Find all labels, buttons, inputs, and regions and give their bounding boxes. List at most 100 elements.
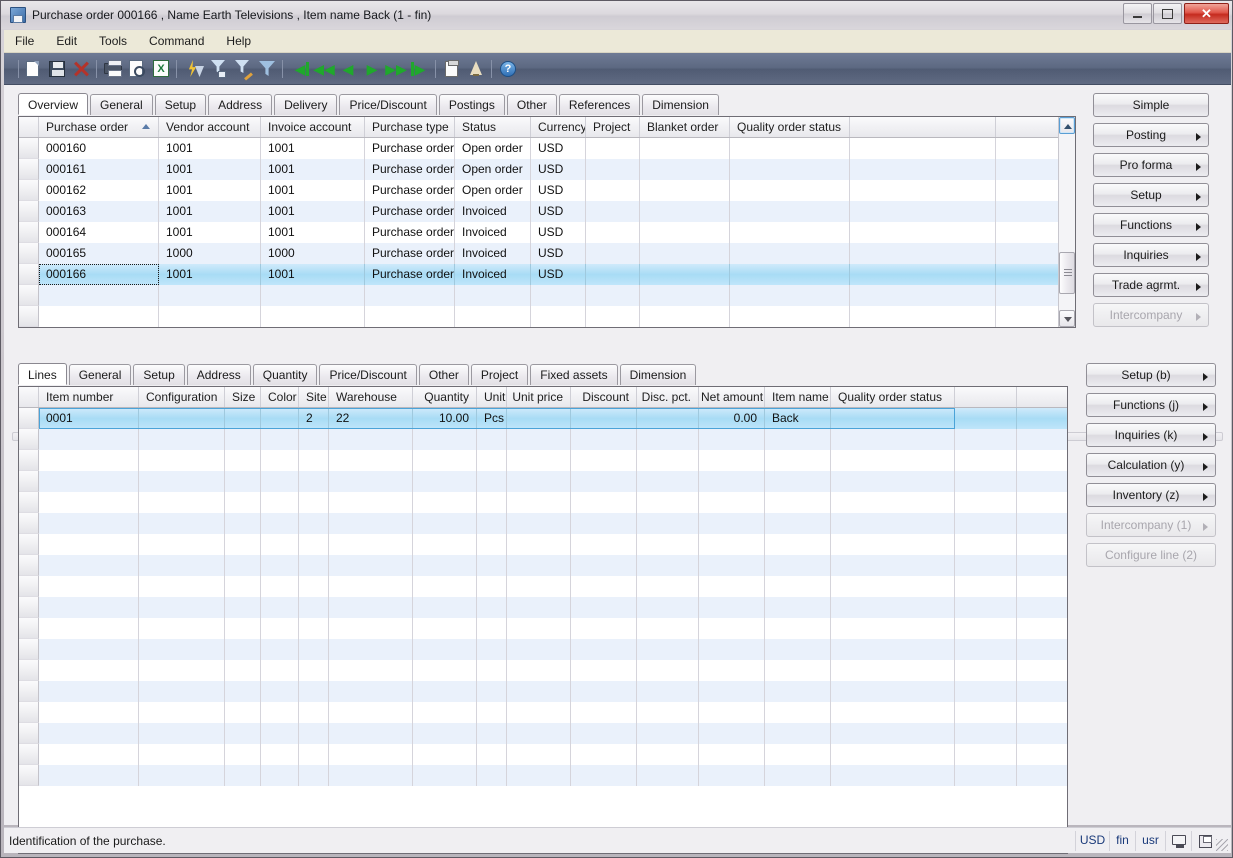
cell-quality_order_status[interactable] <box>831 429 955 450</box>
tab-postings[interactable]: Postings <box>438 94 505 115</box>
cell-unit_price[interactable] <box>507 702 571 723</box>
cell-quality_order_status[interactable] <box>831 702 955 723</box>
cell-disc_pct[interactable] <box>637 555 699 576</box>
cell-purchase_order[interactable]: 000162 <box>39 180 159 201</box>
cell-status[interactable]: Invoiced <box>455 243 531 264</box>
cell-invoice_account[interactable] <box>261 285 365 306</box>
row-selector[interactable] <box>19 264 39 285</box>
cell-quality_order_status[interactable] <box>831 597 955 618</box>
column-header-net-amount[interactable]: Net amount <box>699 387 765 407</box>
row-selector[interactable] <box>19 138 39 159</box>
column-header-site[interactable]: Site <box>299 387 329 407</box>
cell-unit[interactable] <box>477 597 507 618</box>
cell-unit_price[interactable] <box>507 534 571 555</box>
cell-size[interactable] <box>225 660 261 681</box>
table-row[interactable] <box>19 597 1067 618</box>
cell-status[interactable] <box>455 306 531 327</box>
cell-disc_pct[interactable] <box>637 744 699 765</box>
cell-quantity[interactable] <box>413 660 477 681</box>
cell-warehouse[interactable] <box>329 681 413 702</box>
cell-quality_order_status[interactable] <box>730 201 850 222</box>
cell-unit[interactable] <box>477 429 507 450</box>
menu-command[interactable]: Command <box>138 30 215 53</box>
cell-quantity[interactable] <box>413 471 477 492</box>
cell-site[interactable] <box>299 576 329 597</box>
column-header-blanket-order[interactable]: Blanket order <box>640 117 730 137</box>
cell-site[interactable] <box>299 471 329 492</box>
cell-configuration[interactable] <box>139 555 225 576</box>
table-row[interactable]: 000162 1001 1001 Purchase order Open order US… <box>19 180 1075 201</box>
cell-disc_pct[interactable] <box>637 723 699 744</box>
cell-item_number[interactable] <box>39 429 139 450</box>
row-selector[interactable] <box>19 513 39 534</box>
tab-setup[interactable]: Setup <box>154 94 207 115</box>
filter-by-selection-icon[interactable] <box>183 58 205 80</box>
cell-invoice_account[interactable]: 1001 <box>261 264 365 285</box>
row-selector[interactable] <box>19 576 39 597</box>
cell-project[interactable] <box>586 222 640 243</box>
cell-item_name[interactable] <box>765 597 831 618</box>
cell-disc_pct[interactable] <box>637 534 699 555</box>
cell-warehouse[interactable] <box>329 723 413 744</box>
cell-net_amount[interactable] <box>699 639 765 660</box>
cell-blank[interactable] <box>850 264 996 285</box>
cell-purchase_order[interactable] <box>39 306 159 327</box>
cell-quantity[interactable] <box>413 597 477 618</box>
cell-warehouse[interactable] <box>329 450 413 471</box>
cell-item_number[interactable] <box>39 576 139 597</box>
table-row[interactable]: 000166 1001 1001 Purchase order Invoiced USD <box>19 264 1075 285</box>
cell-unit_price[interactable] <box>507 513 571 534</box>
cell-quality_order_status[interactable] <box>831 555 955 576</box>
cell-invoice_account[interactable] <box>261 306 365 327</box>
cell-quantity[interactable] <box>413 429 477 450</box>
header-grid-scrollbar[interactable] <box>1058 117 1075 327</box>
column-header-project[interactable]: Project <box>586 117 640 137</box>
cell-quality_order_status[interactable] <box>831 723 955 744</box>
cell-net_amount[interactable] <box>699 492 765 513</box>
tab-lines[interactable]: Lines <box>18 363 67 385</box>
cell-size[interactable] <box>225 597 261 618</box>
cell-invoice_account[interactable]: 1001 <box>261 159 365 180</box>
cell-item_name[interactable] <box>765 429 831 450</box>
cell-item_number[interactable] <box>39 723 139 744</box>
row-selector[interactable] <box>19 180 39 201</box>
row-selector[interactable] <box>19 159 39 180</box>
cell-project[interactable] <box>586 201 640 222</box>
column-header-invoice-account[interactable]: Invoice account <box>261 117 365 137</box>
cell-discount[interactable] <box>571 723 637 744</box>
cell-net_amount[interactable] <box>699 534 765 555</box>
cell-blank[interactable] <box>850 285 996 306</box>
column-header-purchase-order[interactable]: Purchase order <box>39 117 159 137</box>
cell-unit_price[interactable] <box>507 660 571 681</box>
cell-status[interactable]: Invoiced <box>455 201 531 222</box>
next-page-icon[interactable]: ▶▶ <box>385 58 407 80</box>
tab-address[interactable]: Address <box>208 94 273 115</box>
cell-disc_pct[interactable] <box>637 450 699 471</box>
cell-discount[interactable] <box>571 429 637 450</box>
cell-discount[interactable] <box>571 576 637 597</box>
cell-blank[interactable] <box>850 222 996 243</box>
cell-size[interactable] <box>225 555 261 576</box>
row-selector[interactable] <box>19 660 39 681</box>
cell-status[interactable]: Invoiced <box>455 264 531 285</box>
cell-color[interactable] <box>261 618 299 639</box>
column-header-disc-pct-[interactable]: Disc. pct. <box>637 387 699 407</box>
tab-references[interactable]: References <box>558 94 641 115</box>
cell-quantity[interactable] <box>413 555 477 576</box>
cell-quality_order_status[interactable] <box>730 159 850 180</box>
scroll-up-button[interactable] <box>1059 117 1075 134</box>
table-row[interactable] <box>19 555 1067 576</box>
maximize-button[interactable] <box>1153 3 1182 24</box>
cell-item_name[interactable] <box>765 744 831 765</box>
cell-configuration[interactable] <box>139 744 225 765</box>
cell-item_name[interactable] <box>765 471 831 492</box>
cell-blank[interactable] <box>850 138 996 159</box>
cell-purchase_type[interactable]: Purchase order <box>365 264 455 285</box>
cell-unit[interactable] <box>477 513 507 534</box>
column-header-blank[interactable] <box>955 387 1017 407</box>
column-header-quality-order-status[interactable]: Quality order status <box>831 387 955 407</box>
cell-discount[interactable] <box>571 471 637 492</box>
cell-blank[interactable] <box>955 744 1017 765</box>
scrollbar-thumb[interactable] <box>1059 252 1075 294</box>
cell-blank[interactable] <box>850 243 996 264</box>
